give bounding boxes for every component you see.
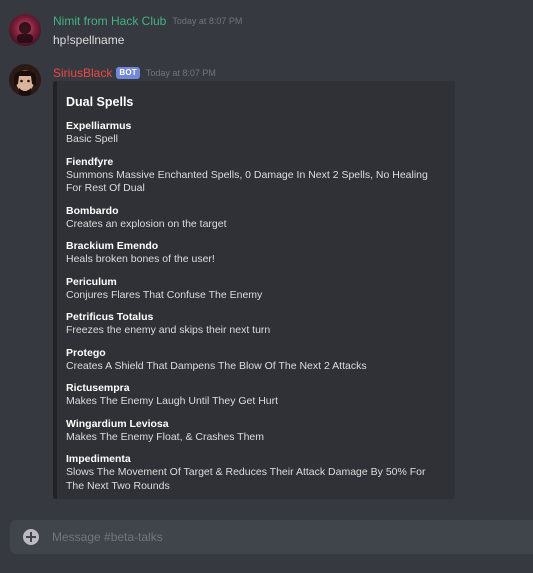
field-value: Creates an explosion on the target [66, 217, 227, 230]
field-name: Petrificus Totalus [66, 311, 154, 323]
author-name[interactable]: SiriusBlack [53, 66, 112, 80]
embed-field: Expelliarmus Basic Spell [66, 119, 446, 147]
author-name[interactable]: Nimit from Hack Club [53, 14, 166, 28]
embed-field: Petrificus Totalus Freezes the enemy and… [66, 310, 446, 338]
field-name: Expelliarmus [66, 120, 132, 132]
message-input[interactable] [52, 530, 492, 544]
plus-circle-icon[interactable] [23, 529, 39, 545]
embed-field: Bombardo Creates an explosion on the tar… [66, 204, 446, 232]
message-1: Nimit from Hack Club Today at 8:07 PM hp… [0, 10, 533, 50]
bot-tag-badge: BOT [116, 67, 140, 79]
embed-field: Periculum Conjures Flares That Confuse T… [66, 275, 446, 303]
embed-field: Fiendfyre Summons Massive Enchanted Spel… [66, 155, 446, 196]
field-value: Conjures Flares That Confuse The Enemy [66, 288, 263, 301]
field-name: Fiendfyre [66, 155, 114, 168]
field-name: Bombardo [66, 204, 119, 217]
field-value: Makes The Enemy Float, & Crashes Them [66, 430, 265, 443]
field-value: Slows The Movement Of Target & Reduces T… [66, 466, 426, 492]
embed-field: Wingardium Leviosa Makes The Enemy Float… [66, 417, 446, 445]
message-composer [10, 520, 533, 554]
avatar-image [9, 14, 41, 46]
field-value: Creates A Shield That Dampens The Blow O… [66, 359, 367, 372]
embed-field: Impedimenta Slows The Movement Of Target… [66, 452, 446, 493]
chat-messages: Nimit from Hack Club Today at 8:07 PM hp… [0, 0, 533, 510]
embed-field: Protego Creates A Shield That Dampens Th… [66, 346, 446, 374]
embed-field: Rictusempra Makes The Enemy Laugh Until … [66, 381, 446, 409]
field-name: Periculum [66, 275, 117, 288]
field-value: Heals broken bones of the user! [66, 253, 215, 265]
avatar[interactable] [9, 64, 41, 96]
field-name: Impedimenta [66, 453, 131, 465]
field-value: Freezes the enemy and skips their next t… [66, 324, 271, 336]
message-timestamp: Today at 8:07 PM [145, 68, 216, 78]
field-value: Makes The Enemy Laugh Until They Get Hur… [66, 395, 279, 407]
embed-field: Brackium Emendo Heals broken bones of th… [66, 239, 446, 267]
field-value: Summons Massive Enchanted Spells, 0 Dama… [66, 168, 428, 195]
field-name: Rictusempra [66, 382, 130, 394]
message-timestamp: Today at 8:07 PM [172, 16, 243, 26]
avatar[interactable] [9, 14, 41, 46]
field-value: Basic Spell [66, 133, 118, 145]
embed-card: Dual Spells Expelliarmus Basic Spell Fie… [53, 81, 455, 499]
message-text: hp!spellname [53, 33, 125, 47]
avatar-image [9, 64, 41, 96]
field-name: Protego [66, 346, 106, 359]
field-name: Wingardium Leviosa [66, 417, 169, 430]
field-name: Brackium Emendo [66, 240, 159, 252]
embed-title: Dual Spells [66, 95, 134, 109]
